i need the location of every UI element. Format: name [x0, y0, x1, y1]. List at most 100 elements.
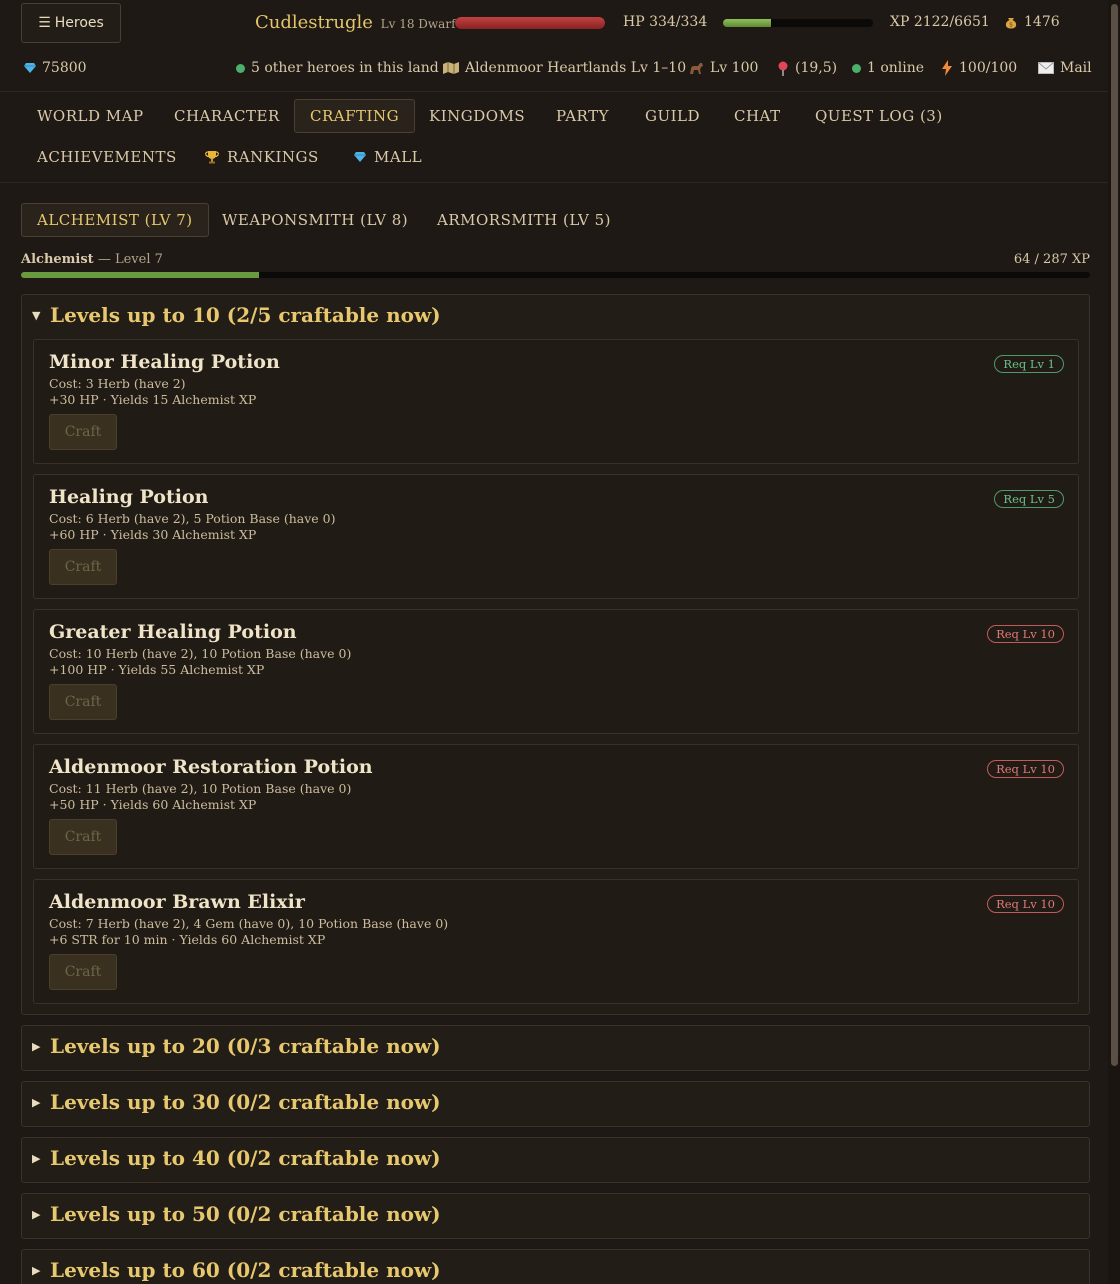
recipe-card: Greater Healing Potion Cost: 10 Herb (ha… — [33, 609, 1079, 734]
page-scrollbar[interactable] — [1108, 0, 1120, 1284]
profession-name: Alchemist — [21, 252, 94, 267]
required-level-badge: Req Lv 10 — [987, 760, 1064, 778]
tab-chat[interactable]: CHAT — [719, 99, 796, 133]
mail-button[interactable]: Mail — [1038, 60, 1092, 76]
character-level-race: Lv 18 Dwarf — [380, 17, 456, 31]
hp-bar — [455, 17, 605, 29]
lightning-icon — [942, 60, 952, 76]
nearby-heroes[interactable]: 5 other heroes in this land — [236, 60, 439, 76]
recipe-cost: Cost: 10 Herb (have 2), 10 Potion Base (… — [49, 646, 352, 661]
online-dot-icon — [236, 63, 245, 73]
recipe-section-lv40[interactable]: ▶ Levels up to 40 (0/2 craftable now) — [21, 1137, 1090, 1183]
required-level-badge: Req Lv 10 — [987, 895, 1064, 913]
money-bag-icon: $ — [1005, 18, 1017, 29]
hp-text: HP 334/334 — [623, 14, 708, 30]
region-display: Aldenmoor Heartlands Lv 1–10 — [443, 60, 686, 76]
xp-text: XP 2122/6651 — [890, 14, 990, 30]
recipe-effect: +50 HP · Yields 60 Alchemist XP — [49, 797, 257, 812]
recipe-name: Minor Healing Potion — [49, 351, 280, 373]
section-header[interactable]: ▶ Levels up to 40 (0/2 craftable now) — [32, 1146, 441, 1170]
recipe-cost: Cost: 6 Herb (have 2), 5 Potion Base (ha… — [49, 511, 336, 526]
caret-right-icon: ▶ — [32, 1039, 41, 1053]
trophy-icon — [205, 151, 219, 164]
online-count: 1 online — [852, 60, 924, 76]
tab-crafting[interactable]: CRAFTING — [294, 99, 416, 133]
tab-quest-log[interactable]: QUEST LOG (3) — [800, 99, 958, 133]
profession-xp-bar-fill — [21, 272, 260, 278]
section-header[interactable]: ▶ Levels up to 20 (0/3 craftable now) — [32, 1034, 441, 1058]
recipe-effect: +100 HP · Yields 55 Alchemist XP — [49, 662, 265, 677]
section-header[interactable]: ▼ Levels up to 10 (2/5 craftable now) — [32, 303, 441, 327]
craft-button[interactable]: Craft — [49, 954, 117, 990]
recipe-card: Healing Potion Cost: 6 Herb (have 2), 5 … — [33, 474, 1079, 599]
caret-down-icon: ▼ — [32, 308, 41, 322]
top-bar: ☰ Heroes Cudlestrugle Lv 18 Dwarf HP 334… — [0, 0, 1108, 92]
recipe-cost: Cost: 11 Herb (have 2), 10 Potion Base (… — [49, 781, 352, 796]
scrollbar-thumb[interactable] — [1111, 4, 1118, 1066]
gold-display: $ 1476 — [1004, 14, 1060, 30]
required-level-badge: Req Lv 5 — [994, 490, 1064, 508]
tab-mall[interactable]: MALL — [339, 140, 437, 174]
tab-world-map[interactable]: WORLD MAP — [22, 99, 159, 133]
status-row: 75800 5 other heroes in this land Aldenm… — [0, 60, 1108, 84]
recipe-section-lv60[interactable]: ▶ Levels up to 60 (0/2 craftable now) — [21, 1249, 1090, 1284]
tab-kingdoms[interactable]: KINGDOMS — [414, 99, 540, 133]
hp-bar-fill — [455, 17, 605, 29]
caret-right-icon: ▶ — [32, 1151, 41, 1165]
profession-xp: 64 / 287 XP — [1013, 252, 1090, 267]
recipe-section-lv20[interactable]: ▶ Levels up to 20 (0/3 craftable now) — [21, 1025, 1090, 1071]
envelope-icon — [1038, 62, 1054, 74]
recipe-effect: +60 HP · Yields 30 Alchemist XP — [49, 527, 257, 542]
heroes-menu-button[interactable]: ☰ Heroes — [21, 3, 121, 43]
tab-achievements[interactable]: ACHIEVEMENTS — [22, 140, 192, 174]
profession-tab-weaponsmith[interactable]: WEAPONSMITH (LV 8) — [207, 203, 423, 237]
coordinates: (19,5) — [777, 60, 837, 76]
character-name: Cudlestrugle Lv 18 Dwarf — [255, 12, 456, 33]
svg-text:$: $ — [1009, 22, 1013, 29]
tab-party[interactable]: PARTY — [541, 99, 624, 133]
recipe-section-lv10: ▼ Levels up to 10 (2/5 craftable now) Mi… — [21, 294, 1090, 1015]
recipe-name: Greater Healing Potion — [49, 621, 297, 643]
caret-right-icon: ▶ — [32, 1263, 41, 1277]
required-level-badge: Req Lv 10 — [987, 625, 1064, 643]
craft-button[interactable]: Craft — [49, 549, 117, 585]
recipe-effect: +30 HP · Yields 15 Alchemist XP — [49, 392, 257, 407]
recipe-cost: Cost: 7 Herb (have 2), 4 Gem (have 0), 1… — [49, 916, 449, 931]
pin-icon — [778, 61, 788, 76]
section-header[interactable]: ▶ Levels up to 60 (0/2 craftable now) — [32, 1258, 441, 1282]
gem-icon — [24, 63, 36, 73]
recipe-card: Aldenmoor Brawn Elixir Cost: 7 Herb (hav… — [33, 879, 1079, 1004]
profession-tab-armorsmith[interactable]: ARMORSMITH (LV 5) — [422, 203, 626, 237]
craft-button[interactable]: Craft — [49, 414, 117, 450]
hamburger-icon: ☰ — [38, 15, 51, 31]
gem-icon — [354, 152, 366, 162]
recipe-section-lv30[interactable]: ▶ Levels up to 30 (0/2 craftable now) — [21, 1081, 1090, 1127]
recipe-name: Aldenmoor Restoration Potion — [49, 756, 373, 778]
mount-level: Lv 100 — [688, 60, 758, 76]
tab-character[interactable]: CHARACTER — [159, 99, 295, 133]
section-header[interactable]: ▶ Levels up to 30 (0/2 craftable now) — [32, 1090, 441, 1114]
recipe-card: Aldenmoor Restoration Potion Cost: 11 He… — [33, 744, 1079, 869]
required-level-badge: Req Lv 1 — [994, 355, 1064, 373]
profession-progress-label: Alchemist — Level 7 64 / 287 XP — [21, 252, 1090, 267]
craft-button[interactable]: Craft — [49, 819, 117, 855]
profession-level: — Level 7 — [97, 252, 163, 267]
section-header[interactable]: ▶ Levels up to 50 (0/2 craftable now) — [32, 1202, 441, 1226]
recipe-card: Minor Healing Potion Cost: 3 Herb (have … — [33, 339, 1079, 464]
recipe-name: Aldenmoor Brawn Elixir — [49, 891, 305, 913]
recipe-section-lv50[interactable]: ▶ Levels up to 50 (0/2 craftable now) — [21, 1193, 1090, 1239]
tab-rankings[interactable]: RANKINGS — [190, 140, 334, 174]
map-icon — [443, 62, 459, 74]
craft-button[interactable]: Craft — [49, 684, 117, 720]
tab-guild[interactable]: GUILD — [630, 99, 715, 133]
profession-xp-bar — [21, 272, 1090, 278]
gems-display: 75800 — [24, 60, 87, 76]
profession-tab-alchemist[interactable]: ALCHEMIST (LV 7) — [21, 203, 209, 237]
recipe-cost: Cost: 3 Herb (have 2) — [49, 376, 186, 391]
main-nav: WORLD MAP CHARACTER CRAFTING KINGDOMS PA… — [0, 92, 1108, 183]
recipe-name: Healing Potion — [49, 486, 209, 508]
horse-icon — [690, 63, 703, 74]
energy-display: 100/100 — [941, 60, 1017, 76]
caret-right-icon: ▶ — [32, 1095, 41, 1109]
recipe-effect: +6 STR for 10 min · Yields 60 Alchemist … — [49, 932, 326, 947]
